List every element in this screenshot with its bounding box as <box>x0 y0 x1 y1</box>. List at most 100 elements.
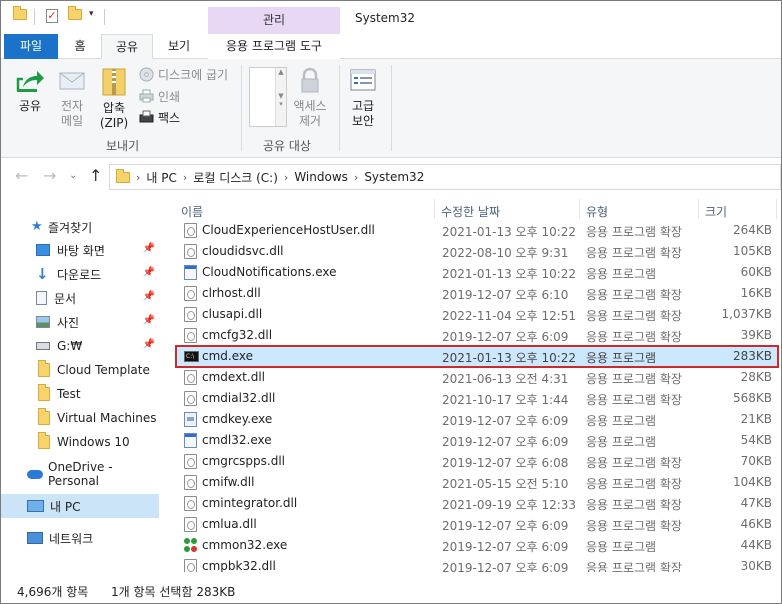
share-with-list[interactable]: ▲ ▼ ▾ <box>249 67 287 127</box>
file-row[interactable]: CloudExperienceHostUser.dll 2021-01-13 오후… <box>176 220 778 241</box>
file-modified: 2019-12-07 오후 6:09 <box>442 330 569 344</box>
file-row[interactable]: cmifw.dll 2021-05-15 오전 5:10 응용 프로그램 확장 104… <box>176 472 778 493</box>
properties-check-icon[interactable]: ✓ <box>46 9 58 23</box>
column-header-type[interactable]: 유형 <box>586 203 608 220</box>
file-name: cmcfg32.dll <box>202 328 273 342</box>
breadcrumb-system32[interactable]: System32 <box>364 170 424 184</box>
sidebar-item-documents[interactable]: 문서 📌 <box>1 286 159 310</box>
ribbon: 공유 전자 메일 압축 (ZIP) 디스크에 굽기 인쇄 팩스 보내기 ▲ ▼ … <box>1 59 781 158</box>
email-icon <box>59 72 85 90</box>
zip-button[interactable]: 압축 (ZIP) <box>97 67 131 131</box>
sidebar-item-downloads[interactable]: ↓ 다운로드 📌 <box>1 262 159 286</box>
file-row[interactable]: cmcfg32.dll 2019-12-07 오후 6:09 응용 프로그램 확장 3… <box>176 325 778 346</box>
column-divider[interactable] <box>434 199 435 219</box>
file-row[interactable]: cmgrcspps.dll 2019-12-07 오후 6:08 응용 프로그램 확… <box>176 451 778 472</box>
dll-icon <box>184 475 197 490</box>
pin-icon[interactable]: 📌 <box>143 339 155 350</box>
file-size: 54KB <box>740 433 772 447</box>
pin-icon[interactable]: 📌 <box>143 315 155 326</box>
share-button[interactable]: 공유 <box>11 67 49 114</box>
quick-access-separator <box>34 9 35 25</box>
breadcrumb-this-pc[interactable]: 내 PC <box>146 169 176 186</box>
cmmon-icon-dot <box>184 546 190 552</box>
file-name: cmgrcspps.dll <box>202 454 286 468</box>
ribbon-tabs: 파일 홈 공유 보기 응용 프로그램 도구 <box>1 34 781 60</box>
file-row[interactable]: cmdl32.exe 2019-12-07 오후 6:09 응용 프로그램 54KB <box>176 430 778 451</box>
column-header-modified[interactable]: 수정한 날짜 <box>441 203 500 220</box>
network-icon <box>27 532 43 544</box>
share-with-list-scrollbar[interactable]: ▲ ▼ ▾ <box>275 68 286 126</box>
zip-label-line2: (ZIP) <box>99 116 129 130</box>
advanced-security-button[interactable]: 고급 보안 <box>345 67 381 129</box>
tab-home[interactable]: 홈 <box>63 34 97 59</box>
new-folder-icon[interactable] <box>68 6 82 20</box>
sidebar-item-cloud-template[interactable]: Cloud Template <box>1 358 159 382</box>
tab-view[interactable]: 보기 <box>157 34 201 59</box>
sidebar-item-this-pc[interactable]: 내 PC <box>1 494 159 518</box>
breadcrumb-local-disk[interactable]: 로컬 디스크 (C:) <box>193 169 278 186</box>
pin-icon[interactable]: 📌 <box>143 291 155 302</box>
sidebar-item-desktop[interactable]: 바탕 화면 📌 <box>1 238 159 262</box>
sidebar-item-onedrive[interactable]: OneDrive - Personal <box>1 460 159 488</box>
breadcrumb-chevron-icon[interactable]: › <box>183 171 187 184</box>
sidebar-item-label: 바탕 화면 <box>57 243 105 258</box>
column-header-name[interactable]: 이름 <box>181 203 203 220</box>
sidebar-item-g-drive[interactable]: G:₩ 📌 <box>1 334 159 358</box>
file-type: 응용 프로그램 확장 <box>586 225 682 239</box>
file-modified: 2021-09-19 오후 12:33 <box>442 498 577 512</box>
file-row[interactable]: cloudidsvc.dll 2022-08-10 오후 9:31 응용 프로그램 … <box>176 241 778 262</box>
tab-file[interactable]: 파일 <box>4 34 58 59</box>
remove-access-button[interactable]: 액세스 제거 <box>289 67 331 129</box>
column-divider[interactable] <box>776 199 777 219</box>
file-name: clusapi.dll <box>202 307 263 321</box>
file-row[interactable]: cmintegrator.dll 2021-09-19 오후 12:33 응용 프로… <box>176 493 778 514</box>
customize-toolbar-dropdown-icon[interactable]: ▾ <box>89 9 94 19</box>
file-size: 568KB <box>732 391 772 405</box>
breadcrumb-chevron-icon[interactable]: › <box>354 171 358 184</box>
column-divider[interactable] <box>698 199 699 219</box>
file-size: 105KB <box>732 244 772 258</box>
forward-arrow-icon[interactable]: → <box>43 166 56 185</box>
file-row[interactable]: cmdext.dll 2021-06-13 오전 4:31 응용 프로그램 확장 28… <box>176 367 778 388</box>
email-button[interactable]: 전자 메일 <box>55 67 89 129</box>
file-row[interactable]: cmmon32.exe 2019-12-07 오후 6:09 응용 프로그램 44KB <box>176 535 778 556</box>
tab-share[interactable]: 공유 <box>101 34 153 60</box>
file-row[interactable]: C:\ cmd.exe 2021-01-13 오후 10:22 응용 프로그램 283K… <box>175 345 779 368</box>
fax-button[interactable]: 팩스 <box>139 108 180 126</box>
file-row[interactable]: cmlua.dll 2019-12-07 오후 6:09 응용 프로그램 확장 46K… <box>176 514 778 535</box>
sidebar-item-test[interactable]: Test <box>1 382 159 406</box>
sidebar-item-label: Windows 10 <box>57 435 130 449</box>
breadcrumb-windows[interactable]: Windows <box>294 170 348 184</box>
pin-icon[interactable]: 📌 <box>143 243 155 254</box>
pin-icon[interactable]: 📌 <box>143 267 155 278</box>
quick-access-folder-icon[interactable] <box>13 6 27 20</box>
sidebar-item-label: 즐겨찾기 <box>48 220 93 235</box>
file-row[interactable]: clusapi.dll 2022-11-04 오후 12:51 응용 프로그램 확장… <box>176 304 778 325</box>
advanced-security-icon <box>350 69 376 91</box>
file-row[interactable]: clrhost.dll 2019-12-07 오후 6:10 응용 프로그램 확장 1… <box>176 283 778 304</box>
sidebar-item-virtual-machines[interactable]: Virtual Machines <box>1 406 159 430</box>
column-divider[interactable] <box>579 199 580 219</box>
status-bar: 4,696개 항목 1개 항목 선택함 283KB <box>1 572 781 603</box>
print-button[interactable]: 인쇄 <box>139 87 180 105</box>
sidebar-item-quick-access[interactable]: ★ 즐겨찾기 <box>1 215 159 239</box>
breadcrumb-chevron-icon[interactable]: › <box>136 171 140 184</box>
sidebar-item-pictures[interactable]: 사진 📌 <box>1 310 159 334</box>
back-arrow-icon[interactable]: ← <box>15 166 28 185</box>
sidebar-item-windows-10[interactable]: Windows 10 <box>1 430 159 454</box>
breadcrumb-chevron-icon[interactable]: › <box>284 171 288 184</box>
file-name: cmdext.dll <box>202 370 265 384</box>
up-arrow-icon[interactable]: ↑ <box>89 166 102 185</box>
context-tab-manage[interactable]: 관리 <box>208 7 340 34</box>
column-header-size[interactable]: 크기 <box>705 203 727 220</box>
burn-to-disc-button[interactable]: 디스크에 굽기 <box>139 65 228 83</box>
recent-locations-chevron-icon[interactable]: ⌄ <box>69 170 77 181</box>
file-row[interactable]: cmdial32.dll 2021-10-17 오후 1:44 응용 프로그램 확장… <box>176 388 778 409</box>
file-row[interactable]: CloudNotifications.exe 2021-01-13 오후 10:2… <box>176 262 778 283</box>
advanced-security-label-line1: 고급 <box>351 99 375 113</box>
file-row[interactable]: cmdkey.exe 2019-12-07 오후 6:09 응용 프로그램 21KB <box>176 409 778 430</box>
address-bar[interactable]: › 내 PC › 로컬 디스크 (C:) › Windows › System3… <box>109 164 781 190</box>
sidebar-item-network[interactable]: 네트워크 <box>1 526 159 550</box>
tab-application-tools[interactable]: 응용 프로그램 도구 <box>208 34 340 59</box>
file-size: 16KB <box>740 286 772 300</box>
